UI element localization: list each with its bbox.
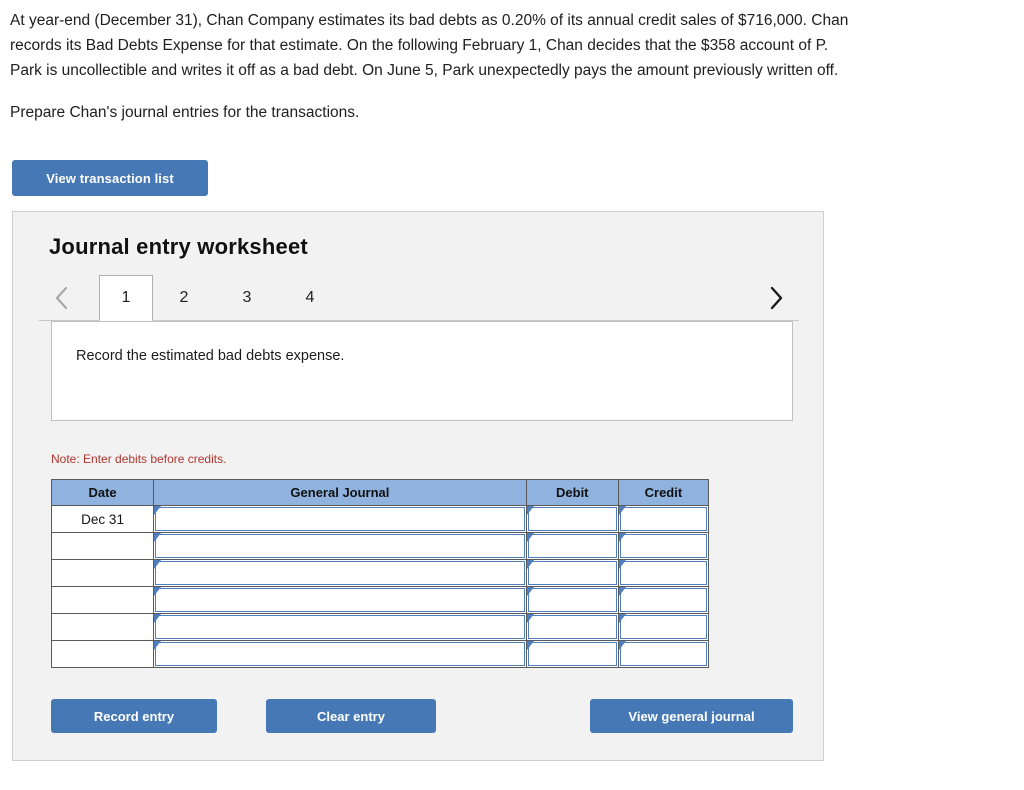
- dropdown-caret-icon: [526, 587, 534, 596]
- dropdown-caret-icon: [618, 560, 626, 569]
- column-header-date: Date: [50, 479, 155, 506]
- dropdown-caret-icon: [618, 587, 626, 596]
- account-select-4[interactable]: [155, 588, 525, 612]
- dropdown-caret-icon: [526, 641, 534, 650]
- credit-input-2[interactable]: [619, 534, 707, 558]
- date-cell-2[interactable]: [50, 532, 155, 560]
- general-journal-cell-6[interactable]: [153, 640, 527, 668]
- debit-cell-3[interactable]: [525, 559, 619, 587]
- column-header-debit: Debit: [525, 479, 619, 506]
- problem-spacer: [10, 83, 1024, 100]
- date-cell-6[interactable]: [50, 640, 155, 668]
- worksheet-tab-4[interactable]: 4: [283, 275, 337, 321]
- problem-line-3: Park is uncollectible and writes it off …: [10, 62, 839, 79]
- dropdown-caret-icon: [154, 614, 162, 623]
- dropdown-caret-icon: [526, 560, 534, 569]
- credit-cell-3[interactable]: [617, 559, 710, 587]
- general-journal-cell-3[interactable]: [153, 559, 527, 587]
- dropdown-caret-icon: [154, 560, 162, 569]
- credit-input-6[interactable]: [619, 642, 707, 666]
- table-row: [50, 586, 710, 614]
- problem-line-1: At year-end (December 31), Chan Company …: [10, 12, 849, 29]
- account-select-6[interactable]: [155, 642, 525, 666]
- column-header-credit: Credit: [617, 479, 710, 506]
- credit-cell-2[interactable]: [617, 532, 710, 560]
- dropdown-caret-icon: [154, 587, 162, 596]
- journal-entry-worksheet-panel: Journal entry worksheet 1 2 3 4 Record t…: [12, 211, 824, 761]
- worksheet-tab-strip: 1 2 3 4: [39, 275, 799, 322]
- problem-prompt: Prepare Chan's journal entries for the t…: [10, 104, 360, 121]
- dropdown-caret-icon: [154, 533, 162, 542]
- credit-cell-6[interactable]: [617, 640, 710, 668]
- clear-entry-button[interactable]: Clear entry: [266, 699, 436, 733]
- date-cell-4[interactable]: [50, 586, 155, 614]
- credit-input-4[interactable]: [619, 588, 707, 612]
- instruction-text: Record the estimated bad debts expense.: [76, 348, 345, 364]
- debits-before-credits-note: Note: Enter debits before credits.: [51, 452, 227, 466]
- journal-entry-table: Date General Journal Debit Credit Dec 31: [50, 479, 710, 668]
- dropdown-caret-icon: [526, 506, 534, 515]
- general-journal-cell-4[interactable]: [153, 586, 527, 614]
- date-cell-3[interactable]: [50, 559, 155, 587]
- dropdown-caret-icon: [526, 533, 534, 542]
- dropdown-caret-icon: [618, 533, 626, 542]
- view-general-journal-button[interactable]: View general journal: [590, 699, 793, 733]
- debit-input-6[interactable]: [527, 642, 617, 666]
- record-entry-button[interactable]: Record entry: [51, 699, 217, 733]
- debit-cell-4[interactable]: [525, 586, 619, 614]
- problem-statement: At year-end (December 31), Chan Company …: [10, 8, 1024, 125]
- worksheet-tab-1[interactable]: 1: [99, 275, 153, 321]
- credit-input-1[interactable]: [619, 507, 707, 531]
- account-select-2[interactable]: [155, 534, 525, 558]
- account-select-5[interactable]: [155, 615, 525, 639]
- debit-input-2[interactable]: [527, 534, 617, 558]
- dropdown-caret-icon: [618, 506, 626, 515]
- dropdown-caret-icon: [154, 641, 162, 650]
- next-page-button[interactable]: [761, 281, 791, 315]
- date-cell-5[interactable]: [50, 613, 155, 641]
- view-transaction-list-button[interactable]: View transaction list: [12, 160, 208, 196]
- table-row: [50, 559, 710, 587]
- worksheet-tab-2[interactable]: 2: [157, 275, 211, 321]
- dropdown-caret-icon: [526, 614, 534, 623]
- column-header-general-journal: General Journal: [153, 479, 527, 506]
- debit-input-1[interactable]: [527, 507, 617, 531]
- table-row: Dec 31: [50, 505, 710, 533]
- table-row: [50, 613, 710, 641]
- credit-cell-5[interactable]: [617, 613, 710, 641]
- account-select-1[interactable]: [155, 507, 525, 531]
- credit-input-5[interactable]: [619, 615, 707, 639]
- instruction-box: Record the estimated bad debts expense.: [51, 321, 793, 421]
- chevron-left-icon: [54, 285, 70, 311]
- general-journal-cell-1[interactable]: [153, 505, 527, 533]
- problem-line-2: records its Bad Debts Expense for that e…: [10, 37, 829, 54]
- debit-cell-5[interactable]: [525, 613, 619, 641]
- debit-input-5[interactable]: [527, 615, 617, 639]
- credit-input-3[interactable]: [619, 561, 707, 585]
- general-journal-cell-2[interactable]: [153, 532, 527, 560]
- credit-cell-1[interactable]: [617, 505, 710, 533]
- table-row: [50, 640, 710, 668]
- credit-cell-4[interactable]: [617, 586, 710, 614]
- table-row: [50, 532, 710, 560]
- general-journal-cell-5[interactable]: [153, 613, 527, 641]
- dropdown-caret-icon: [618, 614, 626, 623]
- debit-cell-1[interactable]: [525, 505, 619, 533]
- previous-page-button[interactable]: [47, 281, 77, 315]
- debit-cell-2[interactable]: [525, 532, 619, 560]
- dropdown-caret-icon: [154, 506, 162, 515]
- account-select-3[interactable]: [155, 561, 525, 585]
- worksheet-title: Journal entry worksheet: [49, 234, 308, 259]
- debit-cell-6[interactable]: [525, 640, 619, 668]
- debit-input-3[interactable]: [527, 561, 617, 585]
- date-cell-1[interactable]: Dec 31: [50, 505, 155, 533]
- dropdown-caret-icon: [618, 641, 626, 650]
- chevron-right-icon: [768, 285, 784, 311]
- worksheet-tab-3[interactable]: 3: [220, 275, 274, 321]
- table-header-row: Date General Journal Debit Credit: [50, 479, 710, 506]
- debit-input-4[interactable]: [527, 588, 617, 612]
